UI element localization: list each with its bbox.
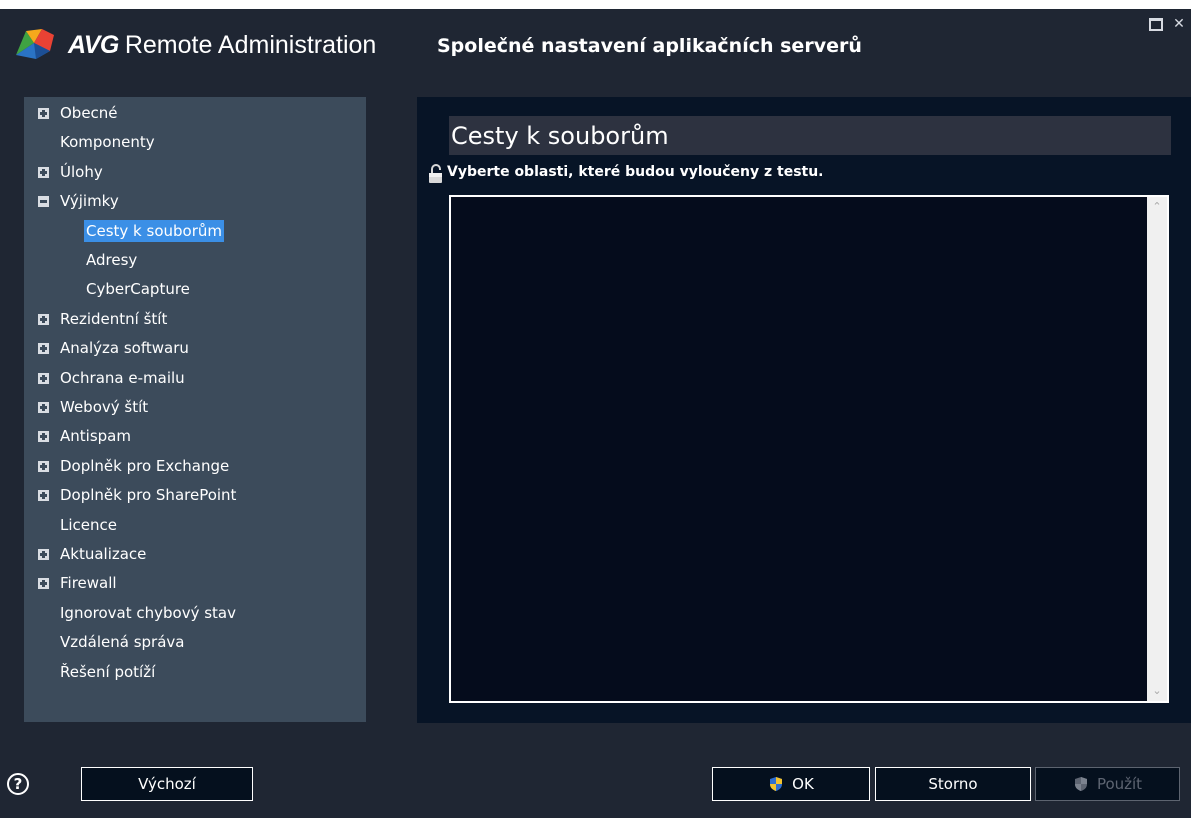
tree-item-label: Licence bbox=[60, 515, 117, 534]
tree-item[interactable]: Cesty k souborům bbox=[84, 219, 224, 242]
scroll-down-icon[interactable]: ⌄ bbox=[1147, 681, 1167, 701]
tree-item-label: Adresy bbox=[86, 251, 138, 269]
minus-expander-icon[interactable] bbox=[38, 196, 49, 208]
apply-button-label: Použít bbox=[1096, 775, 1143, 793]
product-label: Remote Administration bbox=[124, 31, 377, 59]
tree-item[interactable]: Ochrana e-mailu bbox=[58, 367, 187, 389]
tree-item[interactable]: Webový štít bbox=[58, 396, 150, 418]
help-icon[interactable]: ? bbox=[7, 773, 29, 795]
default-button[interactable]: Výchozí bbox=[81, 767, 253, 801]
apply-button[interactable]: Použít bbox=[1035, 767, 1180, 801]
plus-expander-icon[interactable] bbox=[38, 402, 49, 413]
tree-item-label: Komponenty bbox=[60, 133, 155, 152]
tree-item[interactable]: Licence bbox=[58, 514, 119, 536]
plus-expander-icon[interactable] bbox=[38, 431, 49, 443]
tree-item[interactable]: Doplněk pro Exchange bbox=[58, 455, 231, 477]
list-scrollbar[interactable]: ⌃ ⌄ bbox=[1147, 197, 1167, 701]
tree-item[interactable]: Rezidentní štít bbox=[58, 308, 169, 330]
plus-expander-icon[interactable] bbox=[38, 313, 49, 325]
tree-item-label: Cesty k souborům bbox=[86, 221, 222, 240]
close-icon[interactable]: ✕ bbox=[1172, 17, 1186, 31]
plus-expander-icon[interactable] bbox=[38, 166, 49, 178]
app-name: AVG Remote Administration bbox=[68, 31, 376, 60]
shield-icon bbox=[770, 777, 783, 791]
plus-expander-icon[interactable] bbox=[38, 578, 49, 590]
tree-item[interactable]: Doplněk pro SharePoint bbox=[58, 484, 238, 506]
settings-tree: Obecné Komponenty Úlohy Výjimky Cesty k soub… bbox=[24, 97, 366, 722]
tree-item-label: Doplněk pro Exchange bbox=[60, 456, 230, 475]
tree-item[interactable]: Adresy bbox=[84, 249, 139, 271]
dialog-title: Společné nastavení aplikačních serverů bbox=[437, 35, 862, 57]
section-title: Cesty k souborům bbox=[449, 116, 1171, 155]
ok-button[interactable]: OK bbox=[712, 767, 870, 801]
exclusion-hint: Vyberte oblasti, které budou vyloučeny z… bbox=[447, 164, 824, 180]
tree-item[interactable]: Výjimky bbox=[58, 190, 121, 212]
default-button-label: Výchozí bbox=[138, 775, 196, 793]
tree-item[interactable]: Řešení potíží bbox=[58, 661, 157, 683]
shield-icon bbox=[1074, 777, 1087, 791]
tree-item[interactable]: Komponenty bbox=[58, 131, 157, 153]
content-panel: Cesty k souborům Vyberte oblasti, které … bbox=[417, 97, 1191, 723]
ok-button-label: OK bbox=[792, 775, 814, 793]
tree-item-label: CyberCapture bbox=[86, 280, 190, 299]
path-exclusion-list[interactable]: ⌃ ⌄ bbox=[449, 195, 1169, 703]
tree-item-label: Vzdálená správa bbox=[60, 633, 185, 652]
tree-item-label: Antispam bbox=[60, 427, 131, 446]
settings-window: AVG Remote Administration Společné nastav… bbox=[0, 9, 1191, 818]
tree-item-label: Doplněk pro SharePoint bbox=[60, 486, 237, 505]
lock-icon[interactable] bbox=[428, 164, 444, 184]
tree-item-label: Analýza softwaru bbox=[60, 339, 189, 358]
maximize-icon[interactable] bbox=[1148, 17, 1162, 31]
brand-label: AVG bbox=[68, 31, 119, 59]
tree-item-label: Firewall bbox=[60, 574, 117, 593]
tree-item[interactable]: Obecné bbox=[58, 102, 120, 124]
cancel-button-label: Storno bbox=[928, 775, 978, 793]
avg-logo-icon bbox=[16, 29, 54, 59]
plus-expander-icon[interactable] bbox=[38, 490, 49, 502]
tree-item[interactable]: Firewall bbox=[58, 572, 119, 594]
plus-expander-icon[interactable] bbox=[38, 372, 49, 384]
tree-item-label: Výjimky bbox=[60, 192, 119, 211]
tree-item-label: Ignorovat chybový stav bbox=[60, 603, 236, 622]
tree-item[interactable]: CyberCapture bbox=[84, 278, 192, 300]
tree-item[interactable]: Vzdálená správa bbox=[58, 631, 186, 653]
plus-expander-icon[interactable] bbox=[38, 108, 49, 119]
title-bar: AVG Remote Administration Společné nastav… bbox=[0, 9, 1191, 79]
tree-item-label: Obecné bbox=[60, 104, 118, 122]
tree-item-label: Řešení potíží bbox=[60, 662, 156, 681]
plus-expander-icon[interactable] bbox=[38, 460, 49, 472]
tree-item-label: Rezidentní štít bbox=[60, 309, 168, 328]
tree-item-label: Úlohy bbox=[60, 162, 103, 181]
tree-item[interactable]: Antispam bbox=[58, 425, 133, 447]
tree-item-label: Webový štít bbox=[60, 398, 149, 416]
tree-item[interactable]: Ignorovat chybový stav bbox=[58, 602, 238, 624]
cancel-button[interactable]: Storno bbox=[875, 767, 1031, 801]
tree-item-label: Ochrana e-mailu bbox=[60, 368, 185, 387]
tree-item-label: Aktualizace bbox=[60, 545, 147, 563]
plus-expander-icon[interactable] bbox=[38, 549, 49, 560]
tree-item[interactable]: Aktualizace bbox=[58, 543, 148, 565]
tree-item[interactable]: Analýza softwaru bbox=[58, 337, 191, 359]
plus-expander-icon[interactable] bbox=[38, 343, 49, 355]
scroll-up-icon[interactable]: ⌃ bbox=[1147, 197, 1167, 217]
tree-item[interactable]: Úlohy bbox=[58, 161, 105, 183]
